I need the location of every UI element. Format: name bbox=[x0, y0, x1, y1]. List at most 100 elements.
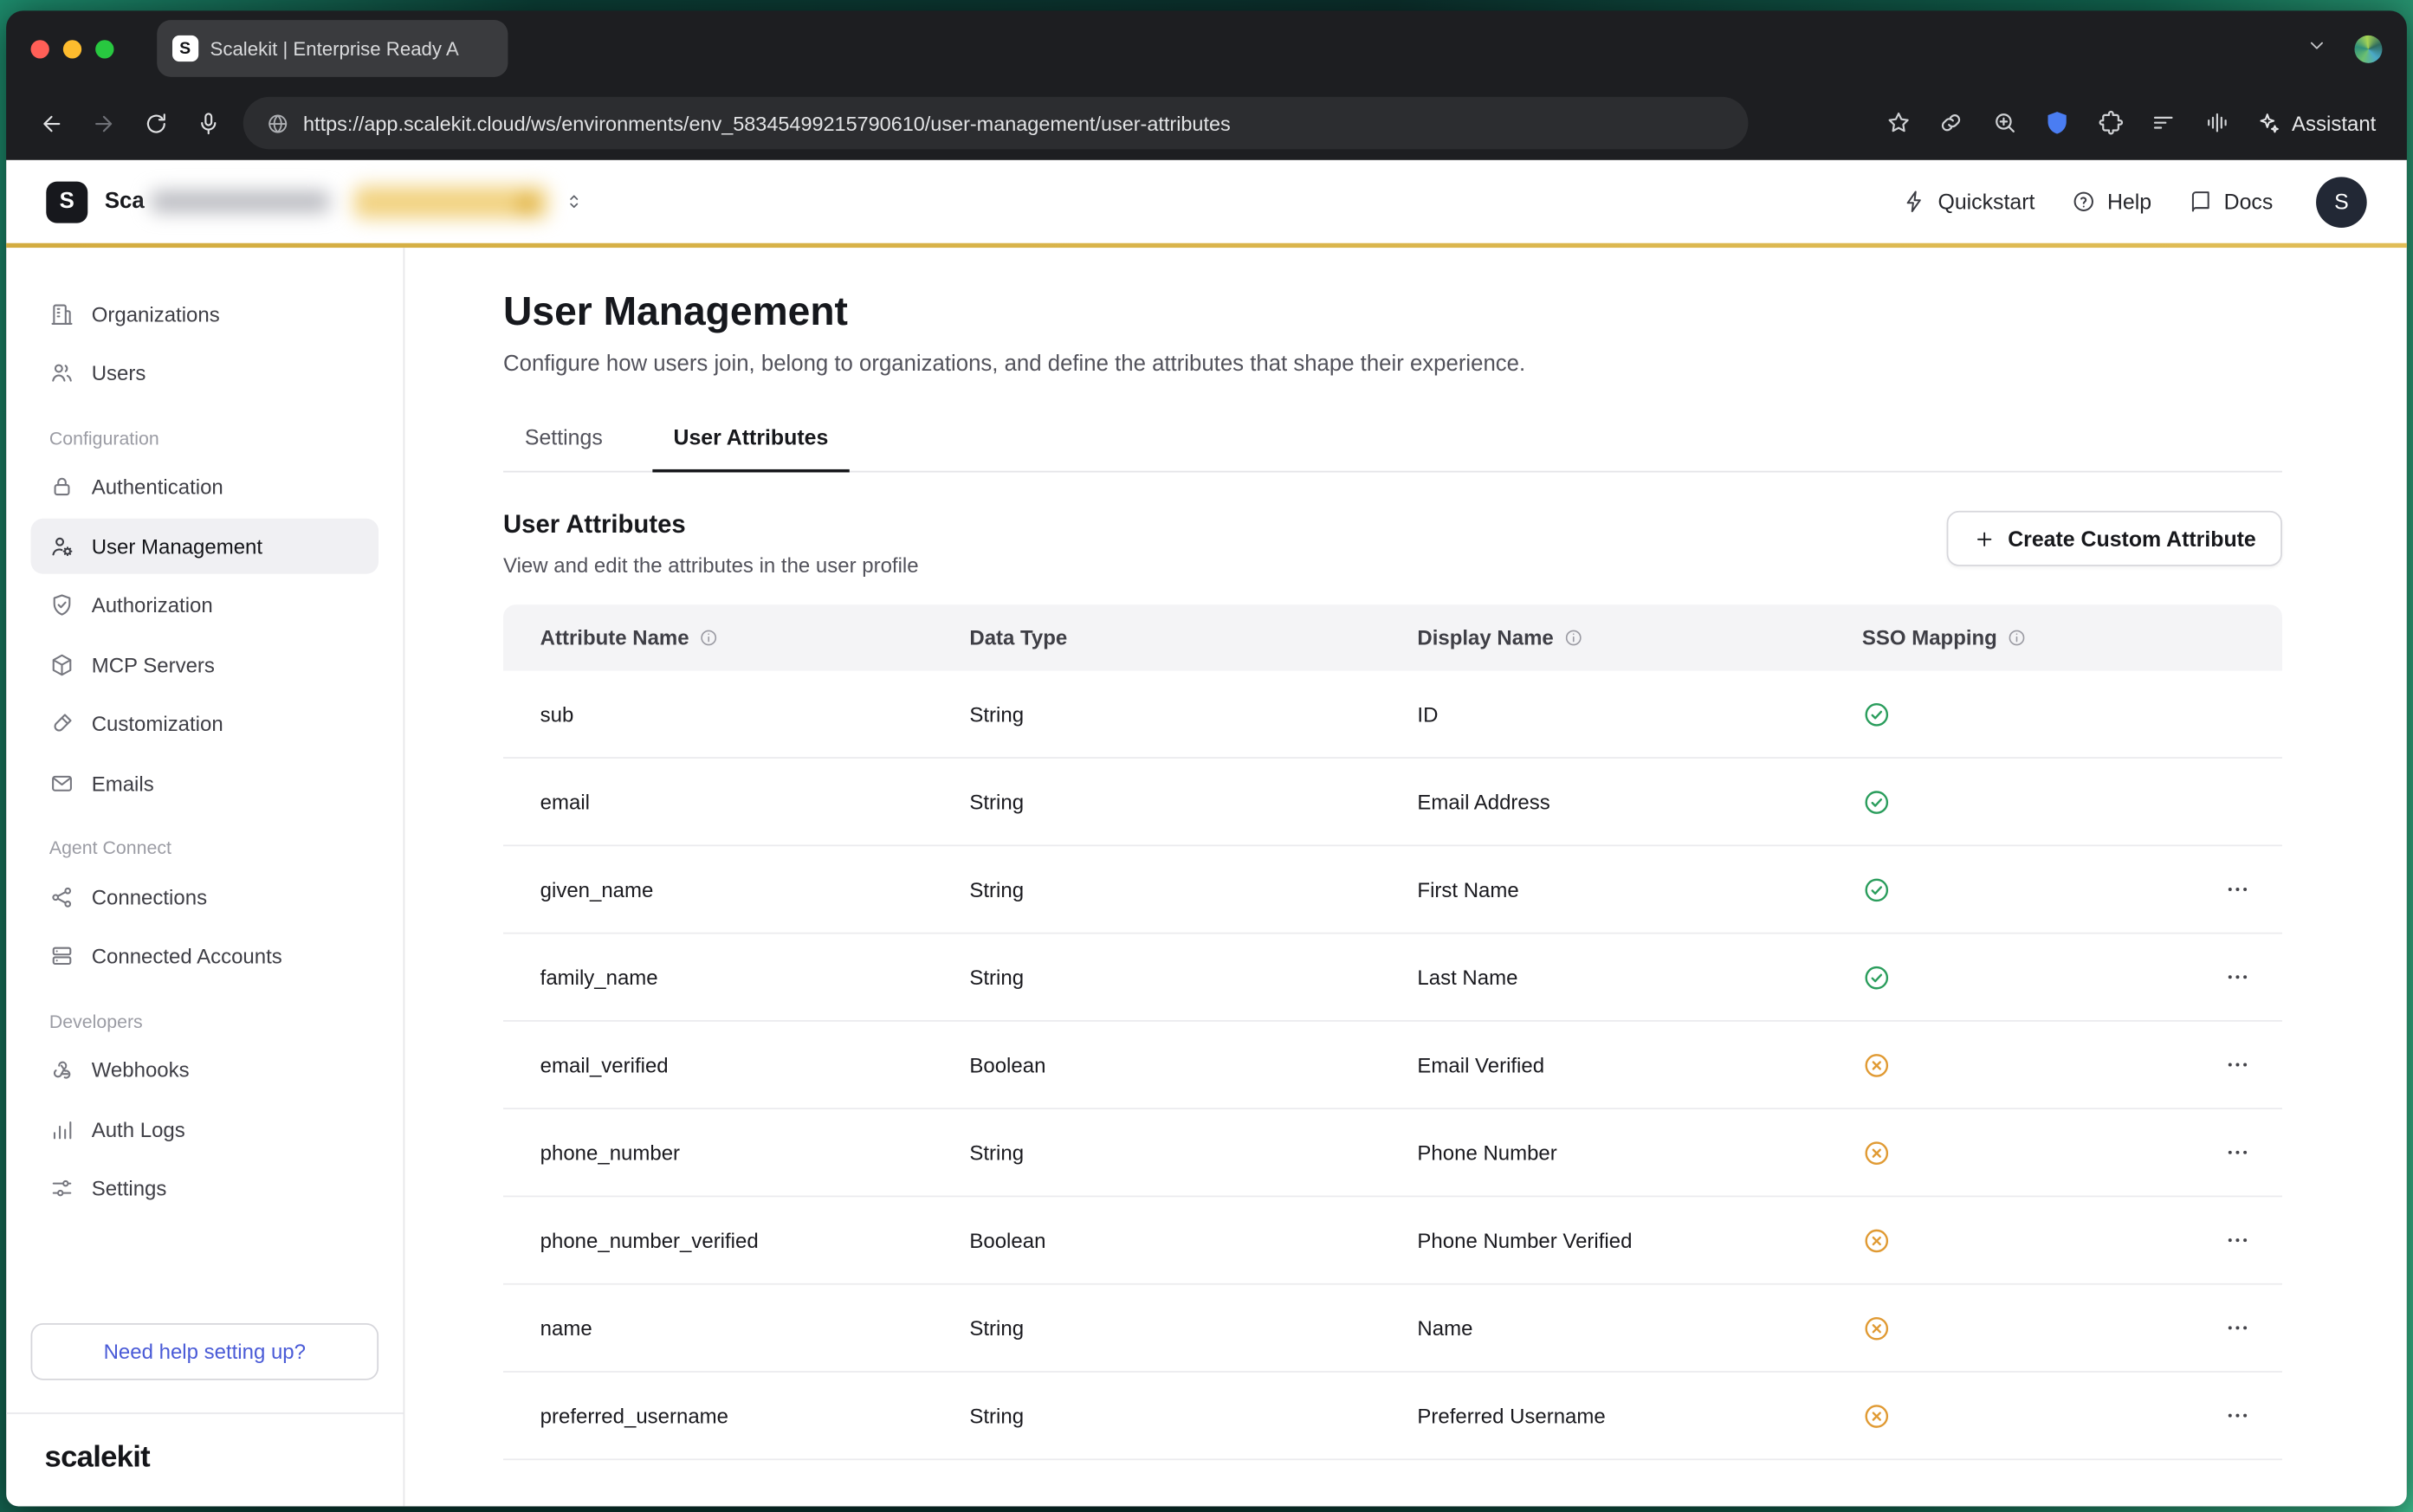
table-row: subStringID bbox=[503, 671, 2282, 759]
info-icon[interactable] bbox=[1562, 628, 1582, 648]
sidebar-item-emails[interactable]: Emails bbox=[31, 755, 379, 811]
table-row: phone_numberStringPhone Number bbox=[503, 1109, 2282, 1197]
tabs: Settings User Attributes bbox=[503, 410, 2282, 473]
sso-mapping-cell bbox=[1825, 962, 2096, 992]
sidebar-item-authorization[interactable]: Authorization bbox=[31, 578, 379, 633]
adblock-shield-icon[interactable] bbox=[2044, 110, 2071, 137]
sidebar-item-label: Connected Accounts bbox=[92, 945, 282, 968]
workspace-name: Sca bbox=[105, 190, 145, 214]
sidebar-item-connections[interactable]: Connections bbox=[31, 869, 379, 925]
close-window-button[interactable] bbox=[31, 39, 49, 57]
sidebar-item-auth-logs[interactable]: Auth Logs bbox=[31, 1102, 379, 1157]
sso-mapped-check-icon bbox=[1862, 787, 1892, 817]
back-icon[interactable] bbox=[24, 97, 76, 149]
workspace-name-redacted bbox=[151, 191, 329, 212]
sso-mapping-cell bbox=[1825, 1401, 2096, 1431]
sso-mapping-cell bbox=[1825, 787, 2096, 817]
tab-settings[interactable]: Settings bbox=[521, 410, 608, 471]
layers-icon bbox=[49, 944, 74, 969]
screen: S Scalekit | Enterprise Ready A https://… bbox=[0, 0, 2413, 1512]
info-icon[interactable] bbox=[2006, 628, 2026, 648]
sidebar-item-label: Auth Logs bbox=[92, 1118, 185, 1141]
plus-icon bbox=[1972, 527, 1996, 551]
lock-icon bbox=[49, 475, 74, 500]
search-lens-icon[interactable] bbox=[1991, 110, 2018, 137]
tab-search-chevron-icon[interactable] bbox=[2306, 33, 2329, 64]
sidebar-item-organizations[interactable]: Organizations bbox=[31, 286, 379, 341]
bookmark-star-icon[interactable] bbox=[1885, 110, 1912, 137]
building-icon bbox=[49, 301, 74, 326]
sidebar-item-customization[interactable]: Customization bbox=[31, 696, 379, 752]
sso-unmapped-x-icon bbox=[1862, 1138, 1892, 1167]
assistant-label: Assistant bbox=[2292, 112, 2376, 135]
create-custom-attribute-button[interactable]: Create Custom Attribute bbox=[1946, 511, 2282, 566]
site-info-icon[interactable] bbox=[266, 112, 289, 135]
reload-icon[interactable] bbox=[129, 97, 181, 149]
table-row: given_nameStringFirst Name bbox=[503, 846, 2282, 934]
row-actions-cell bbox=[2096, 963, 2282, 991]
row-menu-ellipsis-icon[interactable] bbox=[2223, 1314, 2251, 1341]
tab-strip: S Scalekit | Enterprise Ready A bbox=[6, 10, 2407, 86]
quickstart-button[interactable]: Quickstart bbox=[1903, 190, 2035, 214]
sso-mapped-check-icon bbox=[1862, 875, 1892, 904]
copy-link-icon[interactable] bbox=[1938, 110, 1964, 137]
sidebar-bottom: Need help setting up? bbox=[6, 1323, 403, 1380]
row-menu-ellipsis-icon[interactable] bbox=[2223, 1051, 2251, 1079]
display-name-cell: Phone Number Verified bbox=[1381, 1229, 1825, 1252]
help-button[interactable]: Help bbox=[2072, 190, 2151, 214]
row-menu-ellipsis-icon[interactable] bbox=[2223, 1226, 2251, 1254]
row-menu-ellipsis-icon[interactable] bbox=[2223, 963, 2251, 991]
docs-button[interactable]: Docs bbox=[2189, 190, 2274, 214]
user-avatar[interactable]: S bbox=[2316, 176, 2367, 227]
sidebar-item-label: Settings bbox=[92, 1177, 167, 1200]
row-menu-ellipsis-icon[interactable] bbox=[2223, 876, 2251, 903]
workspace-switcher[interactable]: S Sca bbox=[46, 181, 585, 223]
table-row: nameStringName bbox=[503, 1285, 2282, 1373]
col-data-type: Data Type bbox=[969, 626, 1067, 649]
forward-icon[interactable] bbox=[77, 97, 129, 149]
sidebar-item-label: MCP Servers bbox=[92, 653, 215, 676]
tab-user-attributes[interactable]: User Attributes bbox=[669, 410, 832, 471]
info-icon[interactable] bbox=[698, 628, 718, 648]
browser-tab[interactable]: S Scalekit | Enterprise Ready A bbox=[157, 20, 508, 77]
sidebar-item-users[interactable]: Users bbox=[31, 346, 379, 401]
attribute-name-cell: family_name bbox=[503, 966, 933, 989]
waveform-icon[interactable] bbox=[2203, 110, 2230, 137]
brush-icon bbox=[49, 711, 74, 736]
address-bar[interactable]: https://app.scalekit.cloud/ws/environmen… bbox=[243, 97, 1749, 149]
sidebar-item-authentication[interactable]: Authentication bbox=[31, 459, 379, 514]
display-name-cell: First Name bbox=[1381, 878, 1825, 901]
data-type-cell: Boolean bbox=[933, 1229, 1381, 1252]
scalekit-logo: S bbox=[46, 181, 87, 223]
environment-badge-redacted bbox=[353, 185, 547, 217]
tab-favicon-icon: S bbox=[172, 36, 197, 61]
col-attribute-name: Attribute Name bbox=[540, 626, 689, 649]
extensions-puzzle-icon[interactable] bbox=[2097, 110, 2124, 137]
toolbar-actions: Assistant bbox=[1885, 110, 2389, 137]
assistant-button[interactable]: Assistant bbox=[2256, 111, 2376, 135]
attribute-name-cell: phone_number bbox=[503, 1140, 933, 1164]
sidebar-item-connected-accounts[interactable]: Connected Accounts bbox=[31, 928, 379, 984]
sidebar-item-mcp-servers[interactable]: MCP Servers bbox=[31, 637, 379, 693]
row-actions-cell bbox=[2096, 876, 2282, 903]
row-menu-ellipsis-icon[interactable] bbox=[2223, 1139, 2251, 1166]
user-cog-icon bbox=[49, 533, 74, 559]
sso-mapping-cell bbox=[1825, 700, 2096, 729]
zoom-window-button[interactable] bbox=[95, 39, 113, 57]
switcher-chevrons-icon[interactable] bbox=[563, 191, 585, 212]
sso-mapping-cell bbox=[1825, 875, 2096, 904]
sso-mapping-cell bbox=[1825, 1313, 2096, 1342]
need-help-button[interactable]: Need help setting up? bbox=[31, 1323, 379, 1380]
sidebar-item-label: User Management bbox=[92, 534, 262, 558]
sidebar-item-user-management[interactable]: User Management bbox=[31, 519, 379, 574]
browser-profile-icon[interactable] bbox=[2354, 35, 2382, 62]
minimize-window-button[interactable] bbox=[63, 39, 81, 57]
sidebar-item-label: Webhooks bbox=[92, 1058, 190, 1082]
sidebar-item-webhooks[interactable]: Webhooks bbox=[31, 1043, 379, 1098]
sidebar-item-label: Authorization bbox=[92, 594, 213, 617]
reading-list-icon[interactable] bbox=[2151, 110, 2177, 137]
table-body: subStringIDemailStringEmail Addressgiven… bbox=[503, 671, 2282, 1460]
microphone-icon[interactable] bbox=[182, 97, 234, 149]
row-menu-ellipsis-icon[interactable] bbox=[2223, 1402, 2251, 1430]
sidebar-item-settings[interactable]: Settings bbox=[31, 1161, 379, 1217]
